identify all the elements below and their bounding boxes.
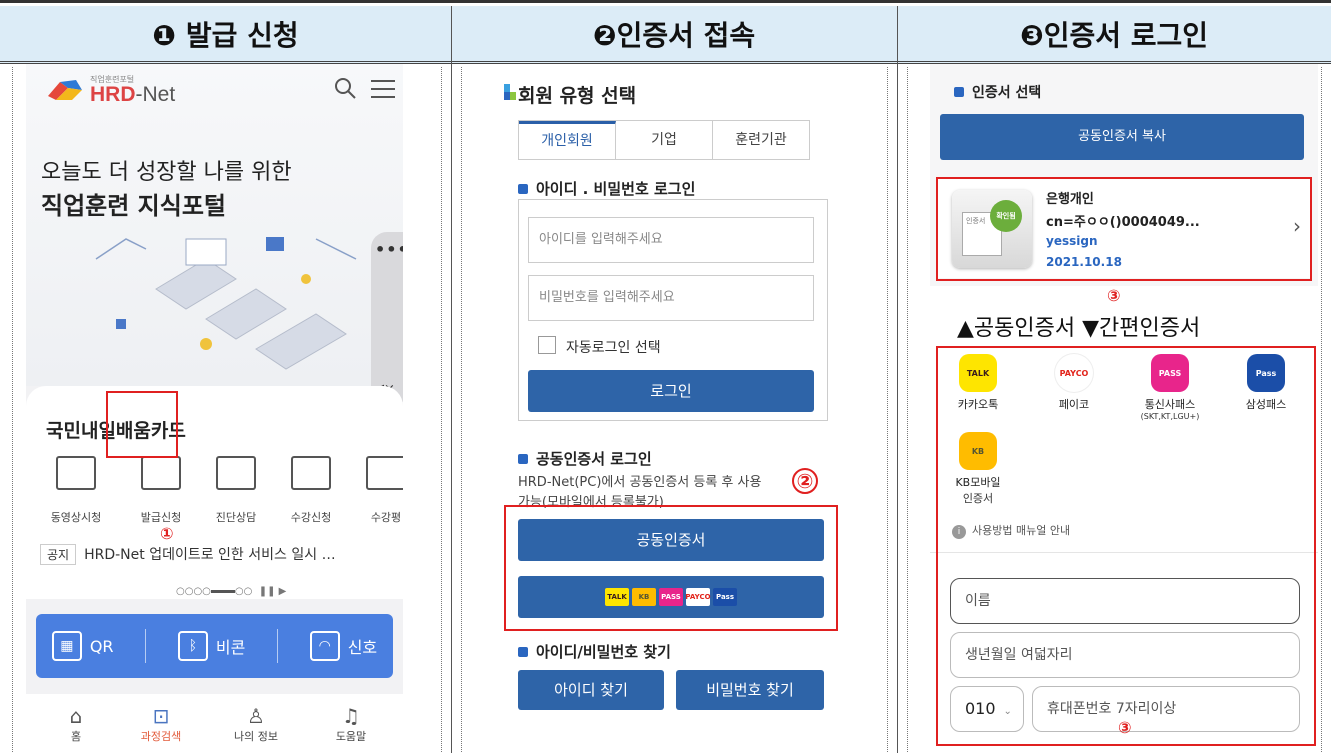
home-icon: ⌂ bbox=[69, 704, 83, 728]
section-cert-label: 공동인증서 로그인 bbox=[536, 450, 652, 468]
section-find-label: 아이디/비밀번호 찾기 bbox=[536, 643, 671, 661]
nav-home[interactable]: ⌂ 홈 bbox=[41, 704, 111, 744]
qr-label: QR bbox=[89, 636, 114, 656]
highlight-cert-item bbox=[936, 177, 1312, 281]
hrd-logo[interactable]: HRD-Net bbox=[90, 83, 175, 107]
nav-myinfo-label: 나의 정보 bbox=[234, 730, 278, 743]
hrd-app-screen: 직업훈련포털 HRD-Net 오늘도 더 성장할 나를 위한 직업훈련 지식포털… bbox=[26, 64, 403, 753]
column-divider bbox=[897, 6, 898, 753]
cert-desc-line1: HRD-Net(PC)에서 공동인증서 등록 후 사용 bbox=[518, 475, 762, 490]
dotted-guide bbox=[1321, 67, 1322, 753]
register-icon[interactable] bbox=[291, 456, 331, 490]
signal-label: 신호 bbox=[347, 638, 378, 657]
consult-icon[interactable] bbox=[216, 456, 256, 490]
page-title: 회원 유형 선택 bbox=[518, 85, 637, 107]
bullet-icon bbox=[518, 453, 528, 464]
cert-caption: ▲공동인증서 ▼간편인증서 bbox=[957, 316, 1201, 341]
logo-hrd: HRD bbox=[90, 83, 136, 106]
nav-help[interactable]: ♫ 도움말 bbox=[316, 704, 386, 744]
bell-icon: ♫ bbox=[342, 704, 360, 728]
find-id-button[interactable]: 아이디 찾기 bbox=[518, 670, 664, 710]
card-icon[interactable] bbox=[141, 456, 181, 490]
video-icon[interactable] bbox=[56, 456, 96, 490]
person-icon: ♙ bbox=[247, 704, 265, 728]
member-type-tabs: 개인회원 기업 훈련기관 bbox=[518, 120, 810, 160]
step2-header: ❷인증서 접속 bbox=[451, 6, 897, 64]
password-input[interactable]: 비밀번호를 입력해주세요 bbox=[528, 275, 814, 321]
step-marker-2-label: ② bbox=[796, 469, 814, 493]
menu-label-review: 수강평 bbox=[370, 511, 402, 524]
search-icon[interactable] bbox=[333, 76, 357, 100]
nav-course-label: 과정검색 bbox=[140, 730, 182, 743]
column-divider bbox=[451, 6, 452, 753]
menu-label-issue: 발급신청 bbox=[140, 511, 182, 524]
section-cert-select-label: 인증서 선택 bbox=[972, 85, 1042, 101]
section-id-login: 아이디 . 비밀번호 로그인 bbox=[518, 178, 695, 199]
section-cert-login: 공동인증서 로그인 bbox=[518, 448, 652, 469]
bullet-icon bbox=[518, 646, 528, 657]
hero-subtitle: 오늘도 더 성장할 나를 위한 bbox=[41, 160, 292, 185]
qr-button[interactable]: ▦ QR bbox=[51, 631, 114, 661]
dotted-guide bbox=[441, 67, 442, 753]
notice-text: HRD-Net 업데이트로 인한 서비스 일시 … bbox=[84, 547, 336, 563]
dotted-guide bbox=[461, 67, 462, 753]
bottom-nav: ⌂ 홈 ⊡ 과정검색 ♙ 나의 정보 ♫ 도움말 bbox=[26, 694, 403, 753]
carousel-pager[interactable]: ○○○○ ○○ ❚❚ ▶ bbox=[176, 586, 286, 597]
auto-login-checkbox[interactable] bbox=[538, 336, 556, 354]
highlight-cert-login bbox=[504, 505, 838, 631]
step-marker-1: ① bbox=[160, 524, 174, 543]
nav-help-label: 도움말 bbox=[335, 730, 367, 743]
review-icon[interactable] bbox=[366, 456, 403, 490]
auto-login-label: 자동로그인 선택 bbox=[566, 340, 661, 356]
highlight-issue bbox=[106, 391, 178, 458]
nav-course-search[interactable]: ⊡ 과정검색 bbox=[126, 704, 196, 744]
search-doc-icon: ⊡ bbox=[152, 704, 170, 728]
divider bbox=[145, 629, 147, 663]
dotted-guide bbox=[12, 67, 13, 753]
section-cert-select: 인증서 선택 bbox=[954, 82, 1041, 102]
menu-label-register: 수강신청 bbox=[290, 511, 332, 524]
login-screen: 회원 유형 선택 개인회원 기업 훈련기관 아이디 . 비밀번호 로그인 아이디… bbox=[482, 64, 867, 753]
dotted-guide bbox=[907, 67, 908, 753]
step-marker-3b: ③ bbox=[1118, 718, 1132, 737]
signal-button[interactable]: ◠ 신호 bbox=[309, 631, 378, 661]
beacon-label: 비콘 bbox=[215, 638, 246, 657]
find-password-button[interactable]: 비밀번호 찾기 bbox=[676, 670, 824, 710]
section-id-login-label: 아이디 . 비밀번호 로그인 bbox=[536, 180, 696, 198]
section-find: 아이디/비밀번호 찾기 bbox=[518, 641, 671, 662]
tab-institution[interactable]: 훈련기관 bbox=[713, 121, 809, 159]
menu-label-video: 동영상시청 bbox=[50, 511, 102, 524]
wifi-icon: ◠ bbox=[309, 631, 340, 661]
bullet-icon bbox=[518, 183, 528, 194]
step-marker-2: ② bbox=[792, 468, 818, 494]
menu-label-consult: 진단상담 bbox=[215, 511, 257, 524]
bullet-icon bbox=[954, 87, 964, 97]
bluetooth-icon: ᛒ bbox=[177, 631, 208, 661]
step1-header: ❶ 발급 신청 bbox=[0, 6, 451, 64]
id-input[interactable]: 아이디를 입력해주세요 bbox=[528, 217, 814, 263]
tab-company[interactable]: 기업 bbox=[616, 121, 713, 159]
divider bbox=[277, 629, 279, 663]
hero-title: 직업훈련 지식포털 bbox=[41, 192, 226, 220]
attendance-bar: ▦ QR ᛒ 비콘 ◠ 신호 bbox=[36, 614, 393, 678]
menu-icon[interactable] bbox=[371, 80, 395, 104]
notice-bar[interactable]: 공지 HRD-Net 업데이트로 인한 서비스 일시 … bbox=[40, 544, 336, 565]
logo-net: -Net bbox=[135, 83, 176, 106]
beacon-button[interactable]: ᛒ 비콘 bbox=[177, 631, 246, 661]
login-button[interactable]: 로그인 bbox=[528, 370, 814, 412]
notice-tag: 공지 bbox=[40, 544, 77, 565]
nav-home-label: 홈 bbox=[70, 730, 82, 743]
step-marker-3a: ③ bbox=[1107, 286, 1121, 305]
nav-my-info[interactable]: ♙ 나의 정보 bbox=[221, 704, 291, 744]
step3-header: ❸인증서 로그인 bbox=[897, 6, 1331, 64]
more-icon[interactable]: ••• bbox=[375, 240, 403, 259]
hrd-illustration bbox=[95, 237, 357, 370]
tab-personal[interactable]: 개인회원 bbox=[519, 121, 616, 159]
title-mark-icon bbox=[504, 84, 516, 100]
qr-icon: ▦ bbox=[51, 631, 82, 661]
highlight-simple-auth bbox=[936, 346, 1316, 746]
hrd-logo-icon bbox=[48, 80, 82, 100]
dotted-guide bbox=[887, 67, 888, 753]
copy-cert-button[interactable]: 공동인증서 복사 bbox=[940, 114, 1304, 160]
